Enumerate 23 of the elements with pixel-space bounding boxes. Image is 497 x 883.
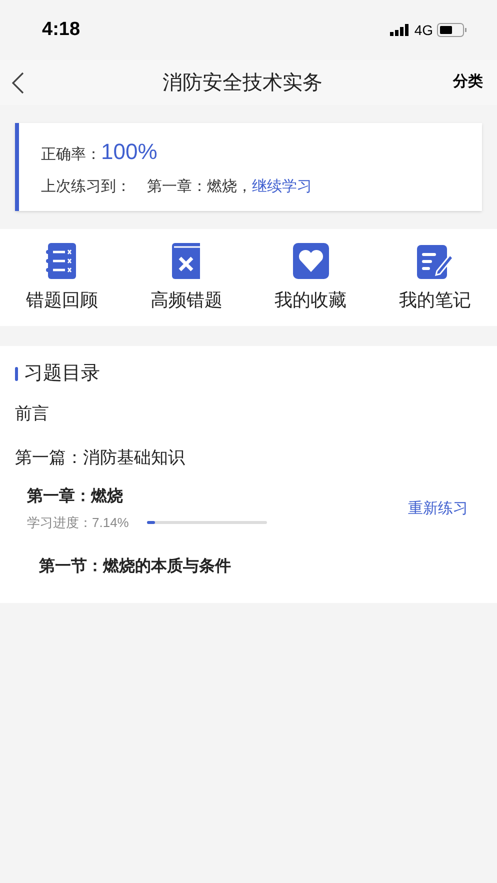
shortcut-button[interactable]: 我的笔记 [372, 240, 497, 314]
retry-button[interactable]: 重新练习 [408, 498, 468, 520]
section-item[interactable]: 第一节：燃烧的本质与条件 [39, 538, 482, 588]
accuracy-value: 100% [101, 138, 158, 166]
accuracy-label: 正确率： [41, 145, 101, 165]
signal-icon [390, 24, 410, 36]
title-accent [15, 366, 18, 381]
progress-label: 学习进度：7.14% [27, 514, 129, 532]
battery-icon [437, 23, 467, 37]
catalog-title: 习题目录 [24, 362, 100, 386]
continue-link[interactable]: 继续学习 [252, 176, 312, 198]
page-title: 消防安全技术实务 [162, 70, 322, 96]
category-button[interactable]: 分类 [453, 71, 483, 94]
catalog-item[interactable]: 前言 [15, 392, 482, 436]
chapter-title[interactable]: 第一章：燃烧 [27, 485, 267, 509]
catalog-item[interactable]: 第一篇：消防基础知识 [15, 436, 482, 479]
shortcut-button[interactable]: 高频错题 [124, 240, 248, 314]
last-chapter: 第一章：燃烧， [147, 177, 252, 197]
last-practice-label: 上次练习到： [41, 177, 131, 197]
shortcut-button[interactable]: 我的收藏 [248, 240, 373, 314]
network-label: 4G [414, 20, 433, 40]
status-time: 4:18 [42, 18, 80, 42]
shortcut-button[interactable]: 错题回顾 [0, 240, 124, 314]
